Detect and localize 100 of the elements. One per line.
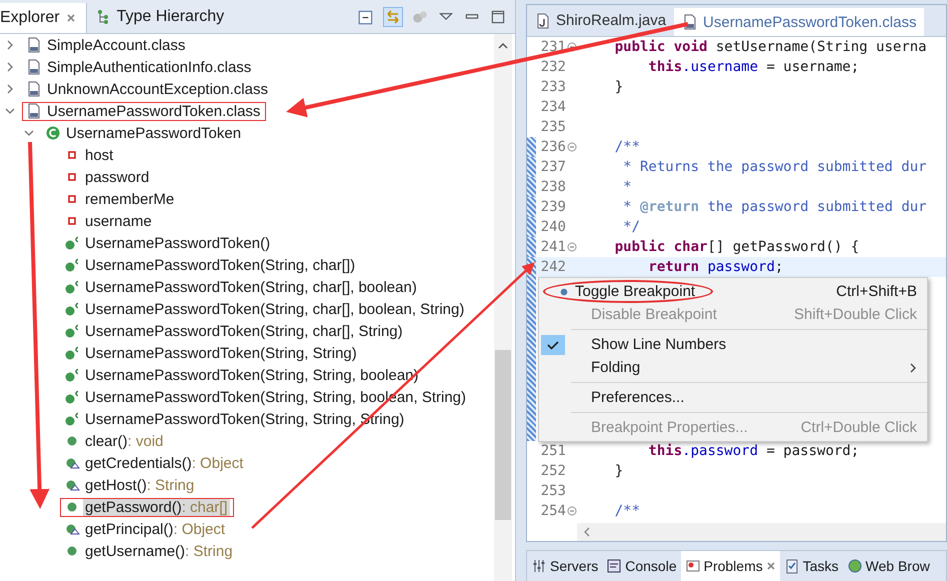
- fold-icon[interactable]: [567, 242, 577, 252]
- item-label: getHost(): String: [84, 476, 196, 494]
- menu-label: Breakpoint Properties...: [591, 419, 748, 436]
- code-text: }: [614, 463, 624, 479]
- constructor-icon: [64, 323, 80, 339]
- editor-tab[interactable]: UsernamePasswordToken.class: [674, 8, 924, 36]
- menu-label: Folding: [591, 359, 640, 376]
- class-file-icon: [26, 37, 42, 53]
- item-label: SimpleAccount.class: [46, 36, 186, 54]
- constructor-icon: [64, 257, 80, 273]
- problems-icon: [684, 558, 701, 574]
- view-tab[interactable]: Type Hierarchy: [86, 0, 232, 33]
- tree-item[interactable]: getPrincipal(): Object: [60, 520, 232, 538]
- line-number: 241: [540, 239, 567, 255]
- tree-item[interactable]: username: [60, 212, 158, 230]
- constructor-icon: [64, 345, 80, 361]
- view-tab[interactable]: Servers: [527, 551, 602, 581]
- scroll-thumb[interactable]: [495, 350, 511, 520]
- view-tab[interactable]: Console: [602, 551, 681, 581]
- tree-item[interactable]: getCredentials(): Object: [60, 454, 250, 472]
- range-indicator: [527, 157, 536, 177]
- menu-label: Show Line Numbers: [591, 336, 726, 353]
- item-label: password: [84, 168, 150, 186]
- item-label: UsernamePasswordToken: [65, 124, 242, 142]
- editor-tab[interactable]: ShiroRealm.java: [527, 5, 674, 36]
- tree-item[interactable]: UsernamePasswordToken: [41, 124, 248, 142]
- code-text: /**: [614, 503, 640, 519]
- view-tab[interactable]: Explorer: [0, 3, 87, 33]
- line-number: 254: [540, 503, 567, 519]
- console-icon: [606, 558, 622, 574]
- item-label: host: [84, 146, 114, 164]
- constructor-icon: [64, 301, 80, 317]
- checkmark-icon: [541, 334, 565, 354]
- tree-item[interactable]: getHost(): String: [60, 476, 200, 494]
- line-number: 239: [540, 199, 567, 215]
- fold-icon[interactable]: [567, 142, 577, 152]
- line-number: 238: [540, 179, 567, 195]
- class-file-icon: [26, 81, 42, 97]
- tree-item[interactable]: UsernamePasswordToken(String, char[]): [60, 256, 362, 274]
- line-number: 240: [540, 219, 567, 235]
- close-icon[interactable]: [766, 561, 776, 571]
- item-label: getPassword(): char[]: [83, 498, 230, 516]
- tree-item[interactable]: UsernamePasswordToken(String, char[], boolean, String): [60, 300, 470, 318]
- class-file-icon: [26, 59, 42, 75]
- scroll-left-icon[interactable]: [583, 526, 591, 538]
- shortcut-label: Ctrl+Shift+B: [836, 283, 917, 300]
- code-text: */: [622, 219, 640, 235]
- item-label: getCredentials(): Object: [84, 454, 244, 472]
- item-label: UsernamePasswordToken(String, String): [84, 344, 358, 362]
- class-file-icon: [682, 14, 698, 30]
- code-text: }: [614, 79, 624, 95]
- range-indicator: [527, 177, 536, 197]
- tree-item[interactable]: UnknownAccountException.class: [22, 80, 274, 98]
- code-text: public char[] getPassword() {: [614, 239, 860, 255]
- constructor-icon: [64, 411, 80, 427]
- item-label: UsernamePasswordToken(String, char[], boolean): [84, 278, 418, 296]
- tree-item[interactable]: host: [60, 146, 120, 164]
- menu-item[interactable]: Show Line Numbers: [539, 333, 927, 356]
- range-indicator: [527, 197, 536, 217]
- sliders-icon: [531, 558, 547, 574]
- close-icon[interactable]: [66, 13, 76, 23]
- link-arrows-icon[interactable]: [383, 6, 403, 26]
- tree-item[interactable]: SimpleAuthenticationInfo.class: [22, 58, 258, 76]
- view-tab[interactable]: Tasks: [780, 551, 843, 581]
- menu-item[interactable]: Preferences...: [539, 386, 927, 409]
- tree-item[interactable]: getUsername(): String: [60, 542, 239, 560]
- tree-item[interactable]: UsernamePasswordToken(String, String): [60, 344, 363, 362]
- code-text: return password;: [647, 259, 784, 275]
- tree-item[interactable]: password: [60, 168, 156, 186]
- view-tab[interactable]: Web Brow: [842, 551, 934, 581]
- scroll-up-icon[interactable]: [497, 42, 509, 50]
- tree-item[interactable]: UsernamePasswordToken(String, char[], String): [60, 322, 409, 340]
- item-label: UsernamePasswordToken(): [84, 234, 272, 252]
- class-file-icon: [26, 103, 42, 119]
- menu-item[interactable]: Folding: [539, 356, 927, 379]
- constructor-icon: [64, 235, 80, 251]
- horizontal-scrollbar[interactable]: [577, 523, 946, 541]
- java-file-icon: [535, 12, 551, 28]
- tree-item[interactable]: getPassword(): char[]: [60, 498, 234, 516]
- item-label: rememberMe: [84, 190, 176, 208]
- clipboard-icon: [784, 558, 800, 574]
- line-number: 234: [540, 99, 567, 115]
- code-text: this.password = password;: [647, 443, 860, 459]
- tree-item[interactable]: SimpleAccount.class: [22, 36, 192, 54]
- tree-item[interactable]: UsernamePasswordToken.class: [22, 102, 266, 120]
- fold-icon[interactable]: [567, 506, 577, 516]
- menu-item[interactable]: Toggle Breakpoint Ctrl+Shift+B: [539, 280, 927, 303]
- view-tab[interactable]: Problems: [680, 551, 780, 581]
- menu-label: Preferences...: [591, 389, 684, 406]
- tree-item[interactable]: rememberMe: [60, 190, 180, 208]
- tree-item[interactable]: clear(): void: [60, 432, 170, 450]
- scrollbar[interactable]: [494, 34, 512, 581]
- code-text: /**: [614, 139, 640, 155]
- shortcut-label: Ctrl+Double Click: [800, 419, 917, 436]
- item-label: getPrincipal(): Object: [84, 520, 226, 538]
- code-text: *: [622, 179, 632, 195]
- constructor-icon: [64, 367, 80, 383]
- tree-item[interactable]: UsernamePasswordToken(): [60, 234, 276, 252]
- tree-item[interactable]: UsernamePasswordToken(String, char[], boolean): [60, 278, 423, 296]
- constructor-icon: [64, 389, 80, 405]
